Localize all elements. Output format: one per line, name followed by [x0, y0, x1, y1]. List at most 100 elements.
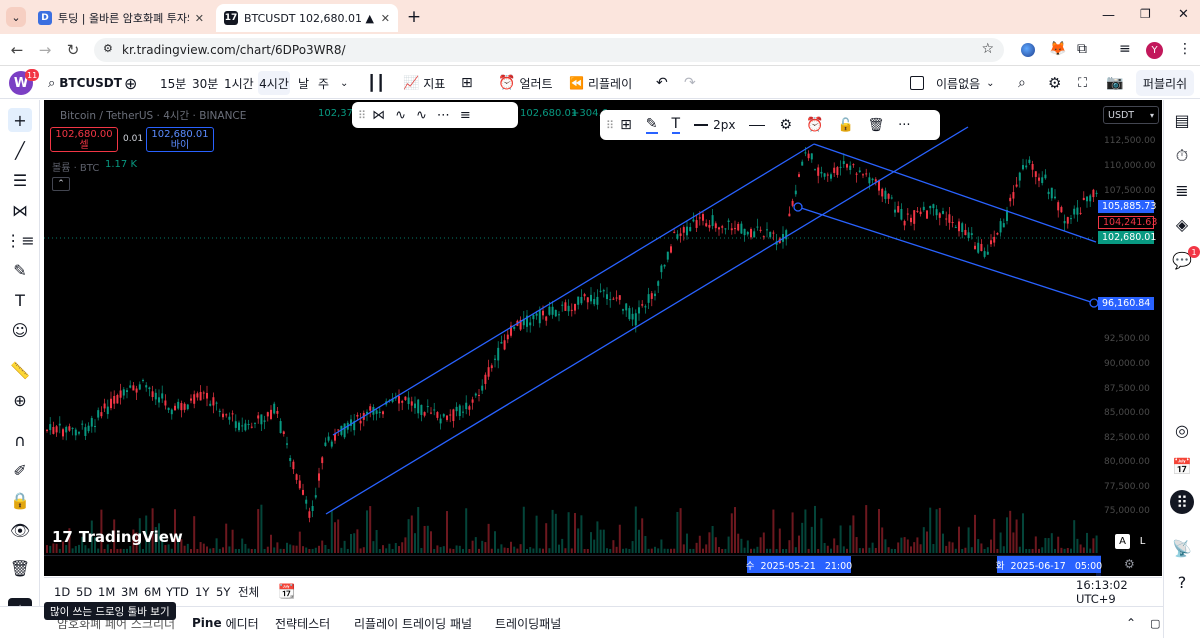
goto-date-calendar-icon[interactable]: 📆 — [278, 578, 295, 606]
line-width-button[interactable]: 2px — [694, 118, 735, 132]
tab-search-button[interactable]: ⌄ — [6, 7, 26, 27]
settings-gear-icon[interactable]: ⚙ — [1048, 67, 1061, 99]
target-icon[interactable]: ◎ — [1170, 418, 1194, 442]
layouts-grid-icon[interactable]: ⊞ — [461, 67, 473, 99]
indicators-button[interactable]: 📈 지표 — [403, 67, 445, 99]
extensions-puzzle-icon[interactable]: ⧉ — [1077, 41, 1087, 57]
clock-timezone[interactable]: 16:13:02 UTC+9 — [1076, 578, 1162, 606]
price-chart-canvas[interactable] — [44, 100, 1162, 576]
alerts-clock-icon[interactable]: ⏱ — [1170, 144, 1194, 168]
add-alert-icon[interactable]: ⏰ — [806, 117, 823, 133]
collapse-legend-chevron-icon[interactable]: ⌃ — [52, 177, 70, 191]
time-axis[interactable] — [44, 555, 1096, 576]
range-5y[interactable]: 5Y — [216, 578, 230, 606]
horizontal-lines-icon[interactable]: ☰ — [8, 168, 32, 192]
interval-30m[interactable]: 30분 — [192, 67, 218, 99]
pattern-tool-icon[interactable]: ⋈ — [372, 108, 385, 123]
interval-1h[interactable]: 1시간 — [224, 67, 254, 99]
profile-avatar[interactable]: Y — [1146, 42, 1163, 59]
drag-handle-icon[interactable]: ⠿ — [606, 119, 614, 132]
emoji-icon[interactable]: ☺ — [8, 318, 32, 342]
media-queue-icon[interactable]: ≡ — [1119, 41, 1131, 57]
hide-drawings-eye-icon[interactable]: 👁 — [8, 518, 32, 542]
maximize-panel-icon[interactable]: ▢ — [1150, 613, 1160, 633]
auto-scale-button[interactable]: A — [1115, 534, 1130, 549]
magnet-icon[interactable]: ∩ — [8, 428, 32, 452]
site-info-icon[interactable]: ⚙ — [103, 42, 113, 55]
lock-drawing-pencil-icon[interactable]: ✐ — [8, 458, 32, 482]
compare-symbol-button[interactable]: ⊕ — [124, 67, 137, 99]
browser-tab-tradingview[interactable]: 17 BTCUSDT 102,680.01 ▲ +0.55 ✕ — [216, 4, 398, 32]
lock-icon[interactable]: 🔓 — [837, 118, 853, 133]
elliott-wave-icon[interactable]: ∿ — [395, 108, 406, 123]
lock-all-drawings-icon[interactable]: 🔒 — [8, 488, 32, 512]
quick-search-icon[interactable]: ⌕ — [1018, 67, 1026, 99]
browser-tab-toding[interactable]: D 투딩 | 올바른 암호화폐 투자의 ✕ — [30, 4, 212, 32]
trendline-icon[interactable]: ╱ — [8, 138, 32, 162]
minimize-window-icon[interactable]: — — [1102, 8, 1115, 23]
layout-name-button[interactable]: 이름없음 ⌄ — [910, 67, 995, 99]
close-tab-icon[interactable]: ✕ — [189, 12, 204, 25]
chart-pane[interactable]: Bitcoin / TetherUS · 4시간 · BINANCE 102,3… — [44, 100, 1162, 576]
layers-icon[interactable]: ◈ — [1170, 212, 1194, 236]
undo-icon[interactable]: ↶ — [656, 67, 668, 99]
range-1y[interactable]: 1Y — [195, 578, 209, 606]
interval-week[interactable]: 주 — [318, 67, 329, 99]
news-icon[interactable]: ≣ — [1170, 178, 1194, 202]
settings-gear-icon[interactable]: ⚙ — [779, 117, 792, 133]
ruler-icon[interactable]: 📏 — [8, 358, 32, 382]
snapshot-camera-icon[interactable]: 📷 — [1106, 67, 1123, 99]
tab-replay-trading[interactable]: 리플레이 트레이딩 패널 — [354, 613, 472, 633]
pattern-xabcd-icon[interactable]: ⋈ — [8, 198, 32, 222]
buy-button[interactable]: 102,680.01 바이 — [146, 127, 214, 152]
restore-window-icon[interactable]: ❐ — [1140, 7, 1151, 21]
text-color-icon[interactable]: T — [671, 116, 681, 134]
interval-dropdown-chevron-icon[interactable]: ⌄ — [340, 67, 348, 99]
abc-wave-icon[interactable]: ∿ — [416, 108, 427, 123]
watchlist-icon[interactable]: ▤ — [1170, 108, 1194, 132]
crosshair-icon[interactable]: + — [8, 108, 32, 132]
sell-button[interactable]: 102,680.00 셀 — [50, 127, 118, 152]
brush-icon[interactable]: ✎ — [8, 258, 32, 282]
browser-menu-icon[interactable]: ⋮ — [1178, 41, 1192, 57]
text-tool-icon[interactable]: T — [8, 288, 32, 312]
chart-settings-gear-icon[interactable]: ⚙ — [1124, 557, 1135, 571]
range-all[interactable]: 전체 — [238, 578, 259, 606]
trash-icon[interactable]: 🗑 — [868, 118, 885, 133]
calendar-icon[interactable]: 📅 — [1170, 454, 1194, 478]
replay-button[interactable]: ⏪ 리플레이 — [569, 67, 632, 99]
help-icon[interactable]: ? — [1170, 570, 1194, 594]
currency-selector[interactable]: USDT ▾ — [1103, 106, 1159, 124]
interval-day[interactable]: 날 — [298, 67, 309, 99]
forward-icon[interactable]: → — [35, 40, 55, 60]
bookmark-star-icon[interactable]: ☆ — [981, 41, 994, 57]
fib-retracement-icon[interactable]: ⋮≡ — [5, 228, 34, 252]
candle-type-icon[interactable]: ┃┃ — [367, 67, 385, 99]
drag-handle-icon[interactable]: ⠿ — [358, 109, 366, 122]
publish-button[interactable]: 퍼블리쉬 — [1136, 70, 1194, 96]
collapse-panel-chevron-icon[interactable]: ⌃ — [1126, 613, 1136, 633]
tab-strategy-tester[interactable]: 전략테스터 — [275, 613, 330, 633]
zoom-in-icon[interactable]: ⊕ — [8, 388, 32, 412]
reload-icon[interactable]: ↻ — [63, 40, 83, 60]
line-style-icon[interactable] — [749, 124, 766, 126]
extension-globe-icon[interactable] — [1021, 43, 1035, 57]
symbol-search[interactable]: ⌕ BTCUSDT — [48, 67, 122, 99]
template-plus-icon[interactable]: ⊞ — [620, 117, 632, 133]
back-icon[interactable]: ← — [7, 40, 27, 60]
interval-15m[interactable]: 15분 — [160, 67, 186, 99]
tab-pine-editor[interactable]: Pine 에디터 — [192, 613, 259, 633]
close-tab-icon[interactable]: ✕ — [375, 12, 390, 25]
remove-drawings-trash-icon[interactable]: 🗑 — [8, 556, 32, 580]
close-window-icon[interactable]: ✕ — [1178, 7, 1189, 22]
alert-button[interactable]: ⏰ 얼러트 — [498, 67, 553, 99]
broadcast-icon[interactable]: 📡 — [1170, 536, 1194, 560]
regression-lines-icon[interactable]: ≡ — [460, 108, 471, 123]
more-options-icon[interactable]: ··· — [898, 118, 910, 133]
log-scale-button[interactable]: L — [1135, 534, 1150, 549]
metamask-fox-icon[interactable]: 🦊 — [1049, 41, 1066, 57]
redo-icon[interactable]: ↷ — [684, 67, 696, 99]
apps-grid-icon[interactable]: ⠿ — [1170, 490, 1194, 514]
interval-4h[interactable]: 4시간 — [258, 71, 290, 95]
url-field[interactable]: ⚙ kr.tradingview.com/chart/6DPo3WR8/ ☆ — [94, 38, 1004, 62]
